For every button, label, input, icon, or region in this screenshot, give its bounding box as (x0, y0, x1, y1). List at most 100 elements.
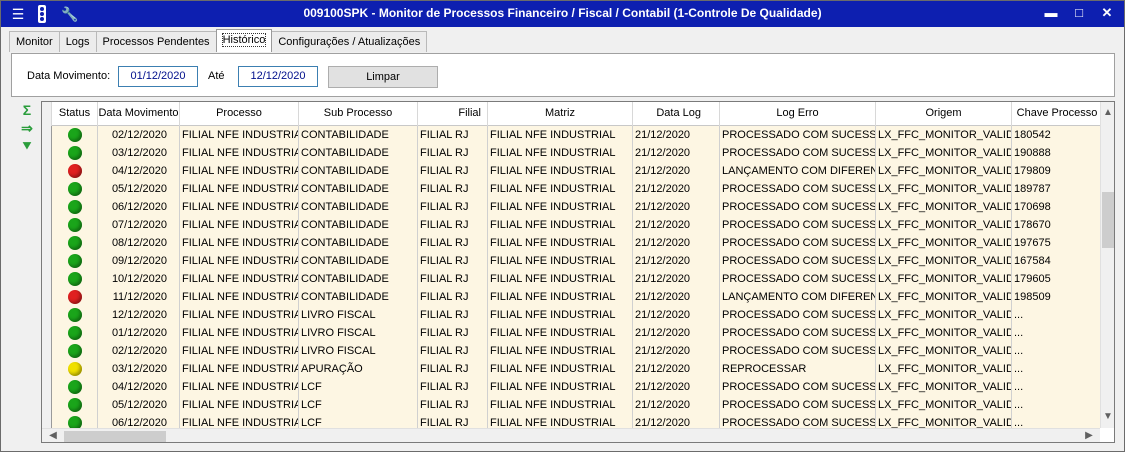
scroll-right-icon[interactable]: ▶ (1082, 429, 1096, 442)
table-row[interactable]: 04/12/2020 FILIAL NFE INDUSTRIAL CONTABILI… (42, 162, 1100, 180)
sub-processo-cell: CONTABILIDADE (299, 180, 418, 198)
horizontal-scrollbar[interactable]: ◀ ▶ (42, 428, 1100, 442)
status-green-icon (67, 416, 82, 428)
log-erro-cell: PROCESSADO COM SUCESSO (720, 180, 876, 198)
clear-button[interactable]: Limpar (328, 66, 438, 88)
matriz-cell: FILIAL NFE INDUSTRIAL (488, 306, 633, 324)
log-erro-cell: PROCESSADO COM SUCESSO (720, 144, 876, 162)
log-erro-cell: LANÇAMENTO COM DIFERENÇA (720, 288, 876, 306)
table-row[interactable]: 10/12/2020 FILIAL NFE INDUSTRIAL CONTABILI… (42, 270, 1100, 288)
table-row[interactable]: 05/12/2020 FILIAL NFE INDUSTRIAL CONTABILI… (42, 180, 1100, 198)
col-processo[interactable]: Processo (180, 102, 299, 126)
origem-cell: LX_FFC_MONITOR_VALIDA (876, 414, 1012, 428)
scroll-up-icon[interactable]: ▲ (1101, 106, 1114, 120)
data-movimento-cell: 06/12/2020 (98, 414, 180, 428)
data-log-cell: 21/12/2020 (633, 144, 720, 162)
export-icon[interactable]: ⇒ (15, 119, 39, 137)
table-row[interactable]: 08/12/2020 FILIAL NFE INDUSTRIAL CONTABILI… (42, 234, 1100, 252)
maximize-button[interactable]: □ (1069, 4, 1089, 22)
tab-monitor[interactable]: Monitor (9, 31, 60, 52)
filial-cell: FILIAL RJ (418, 198, 488, 216)
matriz-cell: FILIAL NFE INDUSTRIAL (488, 234, 633, 252)
col-matriz[interactable]: Matriz (488, 102, 633, 126)
col-data-log[interactable]: Data Log (633, 102, 720, 126)
table-row[interactable]: 11/12/2020 FILIAL NFE INDUSTRIAL CONTABILI… (42, 288, 1100, 306)
table-row[interactable]: 03/12/2020 FILIAL NFE INDUSTRIAL CONTABILI… (42, 144, 1100, 162)
sum-icon[interactable]: Σ (15, 101, 39, 119)
matriz-cell: FILIAL NFE INDUSTRIAL (488, 360, 633, 378)
table-row[interactable]: 01/12/2020 FILIAL NFE INDUSTRIAL LIVRO FIS… (42, 324, 1100, 342)
status-cell (52, 162, 98, 180)
table-row[interactable]: 05/12/2020 FILIAL NFE INDUSTRIAL LCF FILIAL… (42, 396, 1100, 414)
close-button[interactable]: ✕ (1097, 4, 1117, 22)
log-erro-cell: PROCESSADO COM SUCESSO (720, 306, 876, 324)
matriz-cell: FILIAL NFE INDUSTRIAL (488, 126, 633, 144)
scroll-down-icon[interactable]: ▼ (1101, 410, 1114, 424)
col-chave-processo[interactable]: Chave Processo (1012, 102, 1102, 126)
filial-cell: FILIAL RJ (418, 144, 488, 162)
table-row[interactable]: 06/12/2020 FILIAL NFE INDUSTRIAL CONTABILI… (42, 198, 1100, 216)
filial-cell: FILIAL RJ (418, 162, 488, 180)
history-grid: Status Data Movimento Processo Sub Proce… (41, 101, 1115, 443)
table-row[interactable]: 09/12/2020 FILIAL NFE INDUSTRIAL CONTABILI… (42, 252, 1100, 270)
col-log-erro[interactable]: Log Erro (720, 102, 876, 126)
date-to-field[interactable]: 12/12/2020 (238, 66, 318, 87)
filial-cell: FILIAL RJ (418, 288, 488, 306)
matriz-cell: FILIAL NFE INDUSTRIAL (488, 252, 633, 270)
col-status[interactable]: Status (52, 102, 98, 126)
data-movimento-cell: 06/12/2020 (98, 198, 180, 216)
tab-logs[interactable]: Logs (58, 31, 97, 52)
filial-cell: FILIAL RJ (418, 378, 488, 396)
data-log-cell: 21/12/2020 (633, 360, 720, 378)
table-row[interactable]: 12/12/2020 FILIAL NFE INDUSTRIAL LIVRO FIS… (42, 306, 1100, 324)
minimize-button[interactable]: ▬ (1041, 4, 1061, 22)
table-row[interactable]: 02/12/2020 FILIAL NFE INDUSTRIAL CONTABILI… (42, 126, 1100, 144)
processo-cell: FILIAL NFE INDUSTRIAL (180, 378, 299, 396)
status-red-icon (67, 290, 82, 304)
data-movimento-cell: 02/12/2020 (98, 342, 180, 360)
table-row[interactable]: 02/12/2020 FILIAL NFE INDUSTRIAL LIVRO FIS… (42, 342, 1100, 360)
log-erro-cell: PROCESSADO COM SUCESSO (720, 252, 876, 270)
tab-configuracoes[interactable]: Configurações / Atualizações (271, 31, 428, 52)
table-row[interactable]: 04/12/2020 FILIAL NFE INDUSTRIAL LCF FILIAL… (42, 378, 1100, 396)
vertical-scrollbar[interactable]: ▲ ▼ (1100, 102, 1114, 428)
table-row[interactable]: 07/12/2020 FILIAL NFE INDUSTRIAL CONTABILI… (42, 216, 1100, 234)
sub-processo-cell: CONTABILIDADE (299, 216, 418, 234)
table-row[interactable]: 06/12/2020 FILIAL NFE INDUSTRIAL LCF FILIAL… (42, 414, 1100, 428)
header-indicator (42, 102, 52, 126)
log-erro-cell: PROCESSADO COM SUCESSO (720, 378, 876, 396)
row-indicator (42, 198, 52, 216)
processo-cell: FILIAL NFE INDUSTRIAL (180, 180, 299, 198)
matriz-cell: FILIAL NFE INDUSTRIAL (488, 396, 633, 414)
sub-processo-cell: LIVRO FISCAL (299, 306, 418, 324)
date-from-field[interactable]: 01/12/2020 (118, 66, 198, 87)
log-erro-cell: PROCESSADO COM SUCESSO (720, 270, 876, 288)
col-data-movimento[interactable]: Data Movimento (98, 102, 180, 126)
status-cell (52, 144, 98, 162)
processo-cell: FILIAL NFE INDUSTRIAL (180, 342, 299, 360)
tab-historico[interactable]: Histórico (215, 29, 273, 52)
processo-cell: FILIAL NFE INDUSTRIAL (180, 126, 299, 144)
col-sub-processo[interactable]: Sub Processo (299, 102, 418, 126)
processo-cell: FILIAL NFE INDUSTRIAL (180, 360, 299, 378)
filial-cell: FILIAL RJ (418, 360, 488, 378)
chave-processo-cell: 167584 (1012, 252, 1100, 270)
origem-cell: LX_FFC_MONITOR_VALIDA (876, 288, 1012, 306)
tab-label: Configurações / Atualizações (278, 36, 421, 48)
row-indicator (42, 414, 52, 428)
scroll-left-icon[interactable]: ◀ (46, 429, 60, 442)
filter-down-icon[interactable]: ⯆ (15, 137, 39, 155)
horizontal-scroll-thumb[interactable] (64, 431, 166, 442)
col-filial[interactable]: Filial (418, 102, 488, 126)
status-green-icon (67, 254, 82, 268)
chave-processo-cell: 179605 (1012, 270, 1100, 288)
row-indicator (42, 252, 52, 270)
table-row[interactable]: 03/12/2020 FILIAL NFE INDUSTRIAL APURAÇÃO F… (42, 360, 1100, 378)
data-log-cell: 21/12/2020 (633, 342, 720, 360)
tab-processos-pendentes[interactable]: Processos Pendentes (95, 31, 217, 52)
status-green-icon (67, 272, 82, 286)
origem-cell: LX_FFC_MONITOR_VALIDA (876, 234, 1012, 252)
col-origem[interactable]: Origem (876, 102, 1012, 126)
origem-cell: LX_FFC_MONITOR_VALIDA (876, 216, 1012, 234)
vertical-scroll-thumb[interactable] (1102, 192, 1114, 248)
